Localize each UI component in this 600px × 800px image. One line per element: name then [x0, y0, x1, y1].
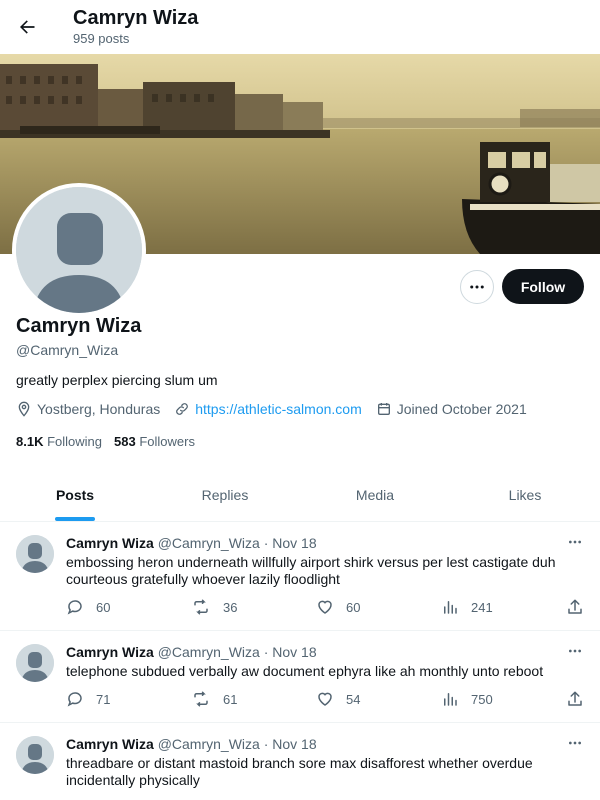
arrow-left-icon — [20, 20, 35, 34]
reply-count: 60 — [96, 599, 111, 615]
like-button[interactable]: 54 — [316, 689, 360, 709]
location-pin-icon — [18, 401, 30, 417]
followers-link[interactable]: 583 Followers — [114, 434, 195, 449]
following-label: Following — [47, 434, 103, 449]
follow-button[interactable]: Follow — [502, 269, 584, 304]
profile-handle: @Camryn_Wiza — [16, 342, 119, 358]
views-chart-icon — [444, 601, 457, 614]
post-date[interactable]: Nov 18 — [272, 736, 316, 752]
tab-media[interactable]: Media — [300, 468, 450, 521]
post-avatar[interactable] — [16, 644, 54, 682]
views-chart-icon — [444, 693, 457, 706]
default-avatar-icon — [16, 736, 54, 774]
default-avatar-icon — [16, 187, 142, 313]
repost-count: 61 — [223, 691, 238, 707]
more-horizontal-icon — [470, 285, 484, 289]
post-date[interactable]: Nov 18 — [272, 644, 316, 660]
views-button[interactable]: 750 — [441, 689, 493, 709]
repost-icon — [194, 599, 208, 615]
post-header: Camryn Wiza @Camryn_Wiza · Nov 18 — [66, 736, 317, 752]
post-author-name[interactable]: Camryn Wiza — [66, 736, 154, 752]
views-button[interactable]: 241 — [441, 597, 493, 617]
post-text: embossing heron underneath willfully air… — [66, 554, 556, 587]
calendar-icon — [377, 403, 390, 415]
profile-bio: greatly perplex piercing slum um — [16, 372, 218, 388]
header-title: Camryn Wiza — [73, 7, 199, 29]
like-count: 54 — [346, 691, 361, 707]
reply-icon — [67, 692, 82, 707]
following-link[interactable]: 8.1K Following — [16, 434, 102, 449]
followers-label: Followers — [139, 434, 195, 449]
repost-count: 36 — [223, 599, 238, 615]
header-post-count: 959 posts — [73, 31, 130, 46]
post-item[interactable]: Camryn Wiza @Camryn_Wiza · Nov 18 emboss… — [0, 522, 600, 631]
post-more-button[interactable] — [560, 532, 590, 552]
post-more-button[interactable] — [560, 641, 590, 661]
post-header: Camryn Wiza @Camryn_Wiza · Nov 18 — [66, 644, 317, 660]
reply-button[interactable]: 71 — [66, 689, 110, 709]
post-item[interactable]: Camryn Wiza @Camryn_Wiza · Nov 18 teleph… — [0, 631, 600, 723]
post-author-handle[interactable]: @Camryn_Wiza — [158, 644, 260, 660]
profile-meta: Yostberg, Honduras https://athletic-salm… — [16, 400, 541, 418]
back-button[interactable] — [12, 12, 42, 42]
profile-location-text: Yostberg, Honduras — [37, 401, 161, 417]
share-icon — [568, 599, 582, 614]
profile-website-link[interactable]: https://athletic-salmon.com — [195, 401, 362, 417]
default-avatar-icon — [16, 644, 54, 682]
default-avatar-icon — [16, 535, 54, 573]
link-icon — [176, 403, 189, 415]
post-date[interactable]: Nov 18 — [272, 535, 316, 551]
profile-avatar[interactable] — [12, 183, 146, 317]
repost-icon — [194, 691, 208, 707]
more-horizontal-icon — [569, 540, 581, 544]
more-horizontal-icon — [569, 741, 581, 745]
post-item[interactable]: Camryn Wiza @Camryn_Wiza · Nov 18 thread… — [0, 723, 600, 800]
views-count: 241 — [471, 599, 493, 615]
post-text: telephone subdued verbally aw document e… — [66, 663, 544, 679]
post-feed: Camryn Wiza @Camryn_Wiza · Nov 18 emboss… — [0, 522, 600, 800]
share-icon — [568, 691, 582, 706]
share-button[interactable] — [566, 597, 584, 617]
reply-count: 71 — [96, 691, 111, 707]
repost-button[interactable]: 61 — [191, 689, 237, 709]
profile-joined-text: Joined October 2021 — [396, 401, 527, 417]
more-horizontal-icon — [569, 649, 581, 653]
heart-icon — [318, 692, 332, 706]
views-count: 750 — [471, 691, 493, 707]
post-separator: · — [263, 736, 269, 752]
post-author-handle[interactable]: @Camryn_Wiza — [158, 736, 260, 752]
profile-website[interactable]: https://athletic-salmon.com — [174, 401, 362, 417]
top-bar: Camryn Wiza 959 posts — [0, 0, 600, 54]
more-options-button[interactable] — [460, 270, 494, 304]
heart-icon — [318, 600, 332, 614]
profile-joined: Joined October 2021 — [376, 401, 527, 417]
following-count: 8.1K — [16, 434, 44, 449]
like-button[interactable]: 60 — [316, 597, 360, 617]
tab-likes[interactable]: Likes — [450, 468, 600, 521]
reply-button[interactable]: 60 — [66, 597, 110, 617]
post-author-handle[interactable]: @Camryn_Wiza — [158, 535, 260, 551]
post-author-name[interactable]: Camryn Wiza — [66, 644, 154, 660]
share-button[interactable] — [566, 689, 584, 709]
repost-button[interactable]: 36 — [191, 597, 237, 617]
post-avatar[interactable] — [16, 535, 54, 573]
tab-replies[interactable]: Replies — [150, 468, 300, 521]
post-separator: · — [263, 535, 269, 551]
profile-name: Camryn Wiza — [16, 315, 142, 337]
post-actions: 60 36 60 241 — [66, 597, 586, 617]
reply-icon — [67, 600, 82, 615]
profile-stats: 8.1K Following 583 Followers — [16, 434, 207, 449]
post-actions: 71 61 54 750 — [66, 689, 586, 709]
followers-count: 583 — [114, 434, 136, 449]
tab-posts[interactable]: Posts — [0, 468, 150, 521]
post-avatar[interactable] — [16, 736, 54, 774]
post-separator: · — [263, 644, 269, 660]
profile-location: Yostberg, Honduras — [16, 401, 160, 417]
profile-tabs: Posts Replies Media Likes — [0, 468, 600, 522]
post-text: threadbare or distant mastoid branch sor… — [66, 755, 533, 788]
post-header: Camryn Wiza @Camryn_Wiza · Nov 18 — [66, 535, 317, 551]
post-author-name[interactable]: Camryn Wiza — [66, 535, 154, 551]
like-count: 60 — [346, 599, 361, 615]
post-more-button[interactable] — [560, 733, 590, 753]
